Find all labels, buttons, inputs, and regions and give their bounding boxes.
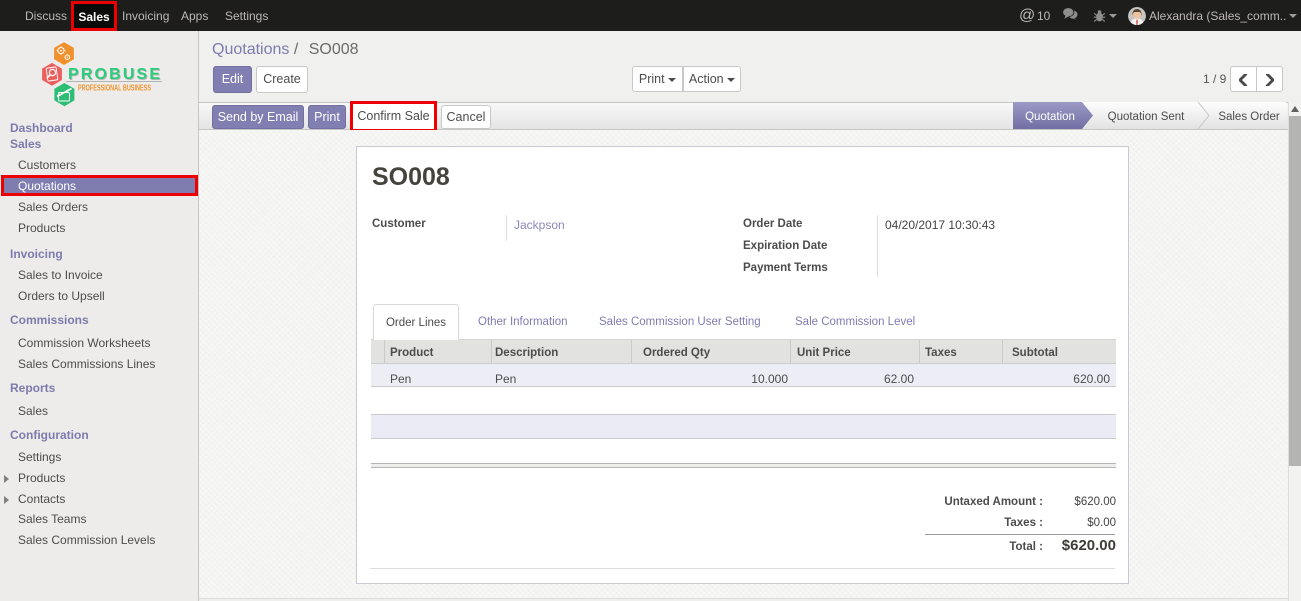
svg-text:PROBUSE: PROBUSE [68,66,160,83]
svg-text:PROFESSIONAL BUSINESS: PROFESSIONAL BUSINESS [78,83,151,93]
svg-text:Sales Order: Sales Order [1218,111,1280,123]
svg-text:Quotation Sent: Quotation Sent [1108,111,1186,123]
svg-text:Quotation: Quotation [1025,111,1075,123]
